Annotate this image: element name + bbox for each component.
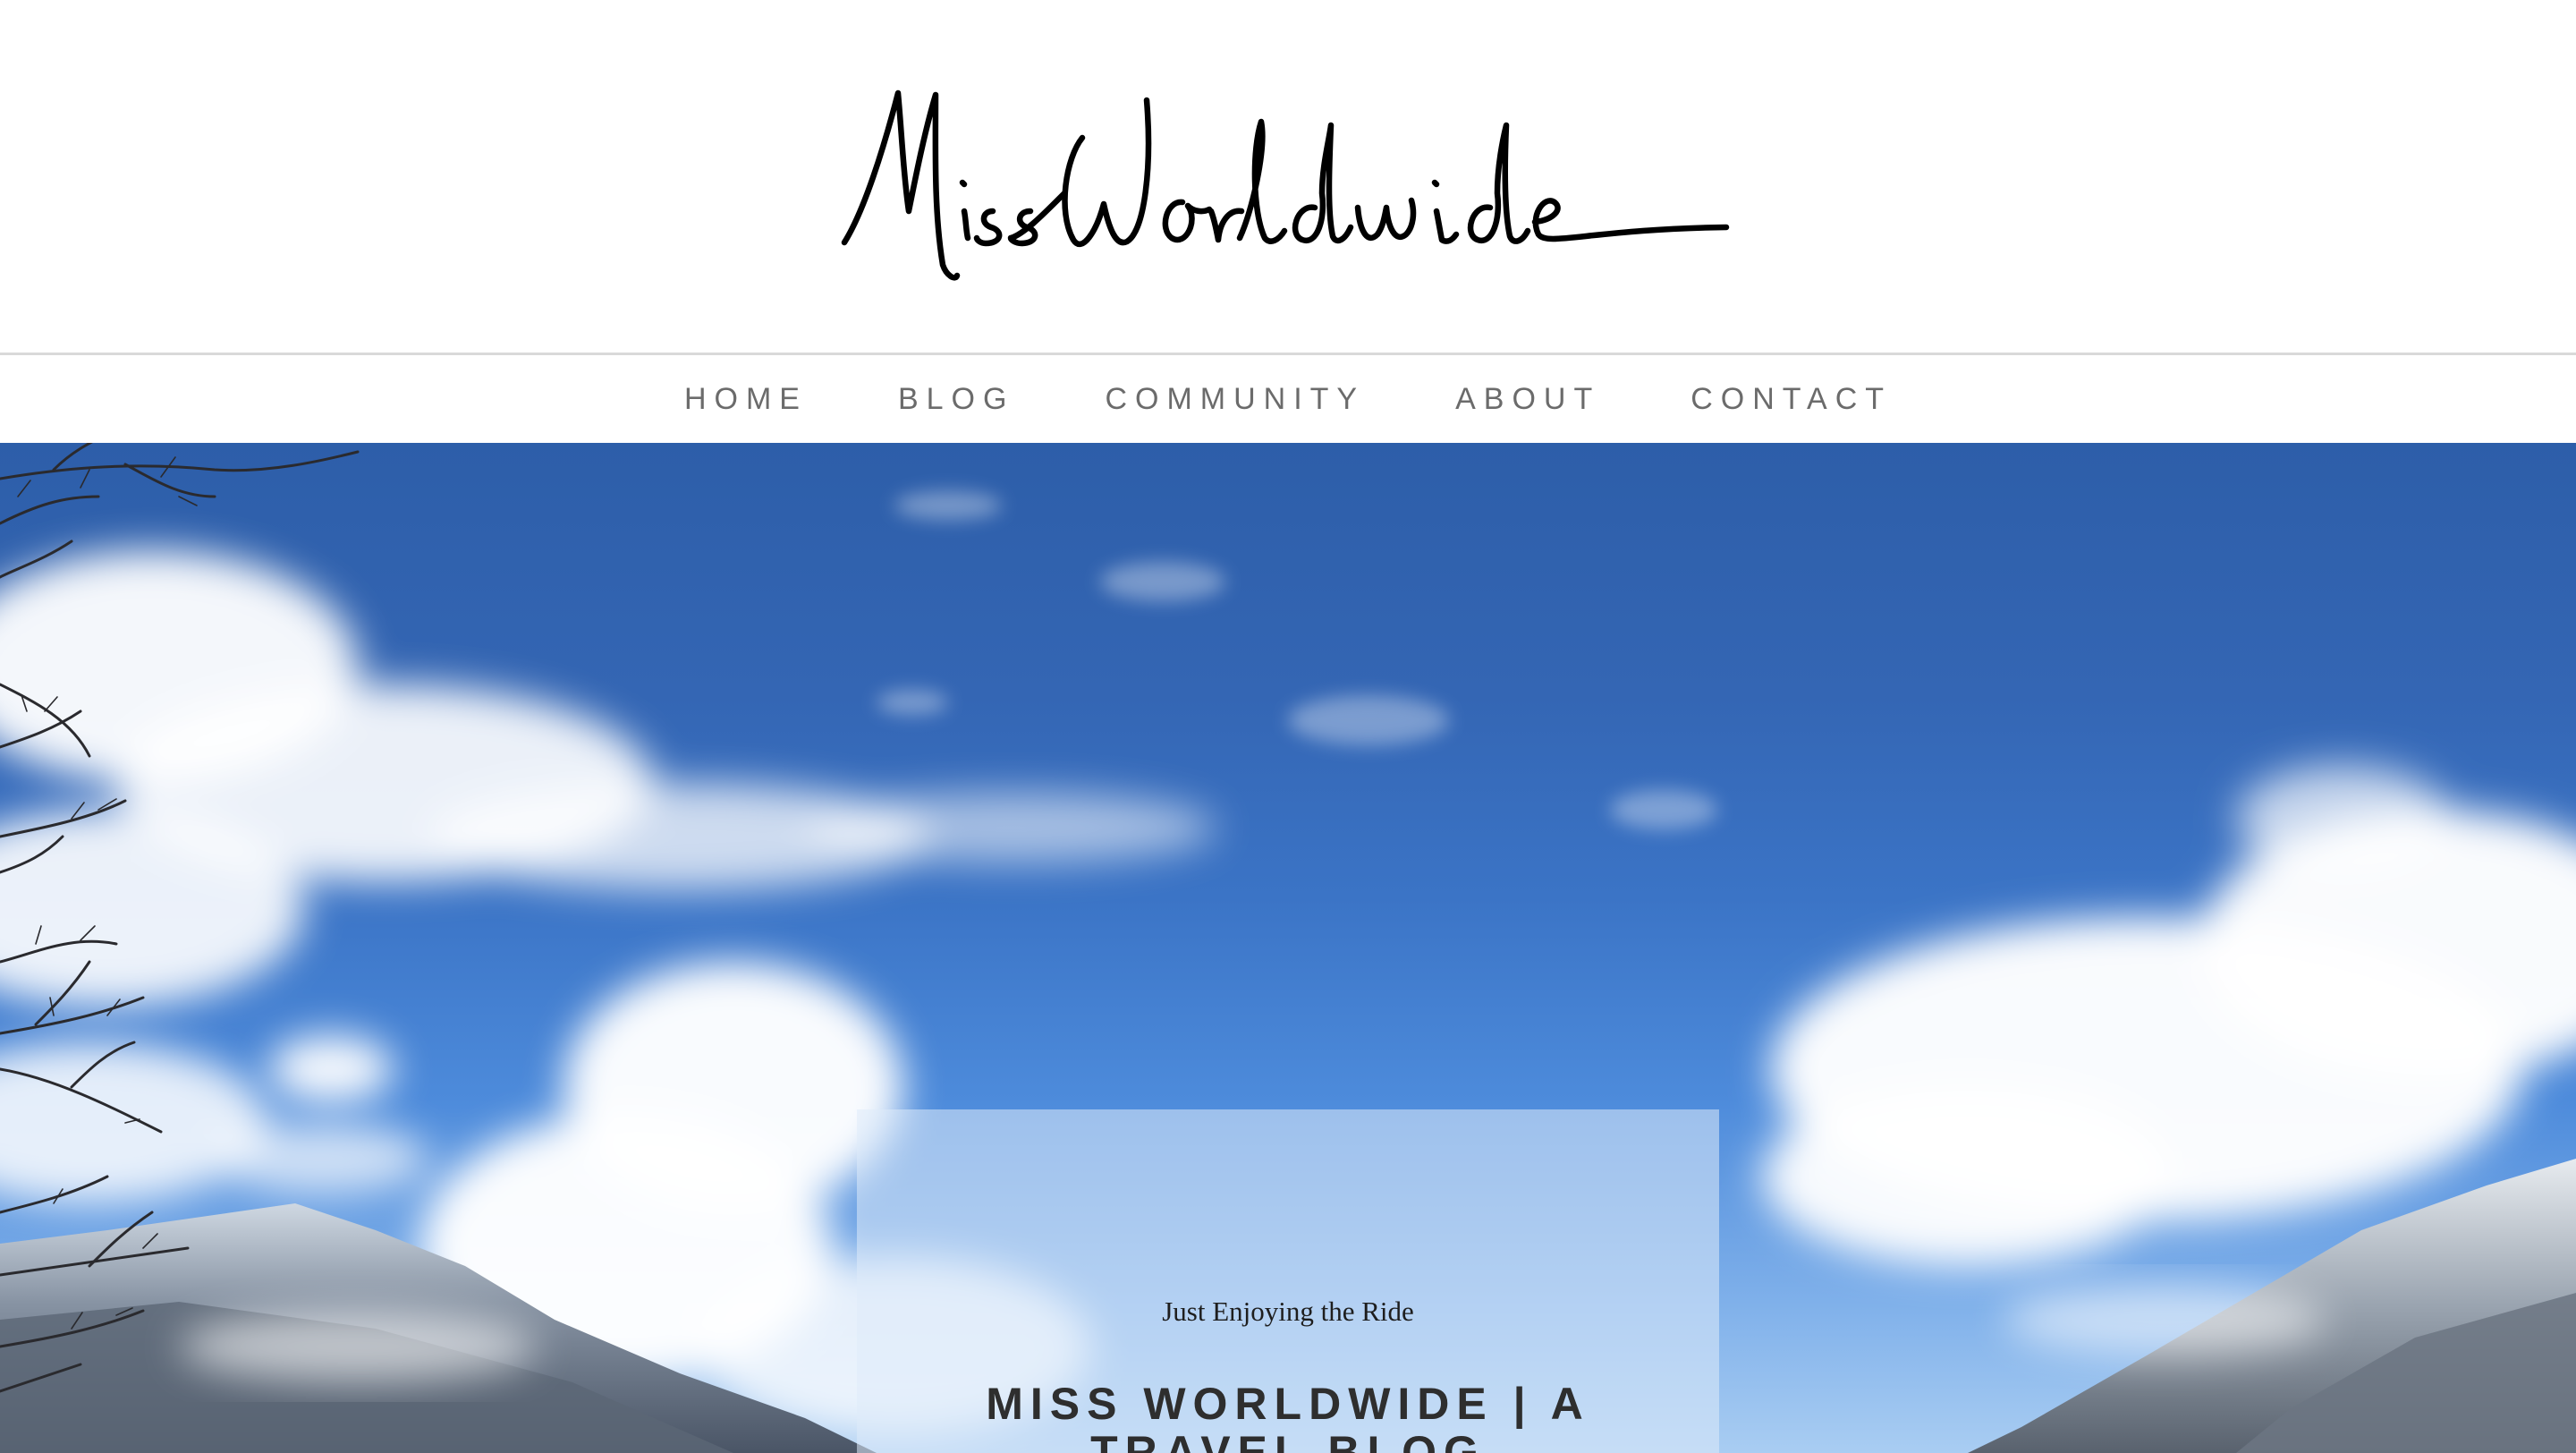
- site-header: Miss Worldwide: [0, 0, 2576, 353]
- main-navigation: HOME BLOG COMMUNITY ABOUT CONTACT: [0, 355, 2576, 443]
- nav-item-about-wrapper: ABOUT: [1455, 375, 1690, 424]
- nav-item-about[interactable]: ABOUT: [1455, 375, 1600, 424]
- nav-item-community[interactable]: COMMUNITY: [1105, 375, 1365, 424]
- site-logo[interactable]: Miss Worldwide: [832, 77, 1744, 301]
- hero-title: MISS WORLDWIDE | A TRAVEL BLOG: [986, 1379, 1590, 1453]
- signature-logo-icon: [841, 89, 1730, 281]
- nav-item-contact[interactable]: CONTACT: [1690, 375, 1892, 424]
- nav-item-contact-wrapper: CONTACT: [1690, 375, 1892, 424]
- nav-item-home[interactable]: HOME: [684, 375, 808, 424]
- nav-item-blog[interactable]: BLOG: [898, 375, 1014, 424]
- nav-item-home-wrapper: HOME: [684, 375, 898, 424]
- hero-overlay-card: Just Enjoying the Ride MISS WORLDWIDE | …: [857, 1109, 1719, 1453]
- hero-banner: Just Enjoying the Ride MISS WORLDWIDE | …: [0, 443, 2576, 1453]
- nav-item-community-wrapper: COMMUNITY: [1105, 375, 1455, 424]
- nav-list: HOME BLOG COMMUNITY ABOUT CONTACT: [684, 375, 1892, 424]
- hero-tagline: Just Enjoying the Ride: [1162, 1296, 1414, 1327]
- nav-item-blog-wrapper: BLOG: [898, 375, 1105, 424]
